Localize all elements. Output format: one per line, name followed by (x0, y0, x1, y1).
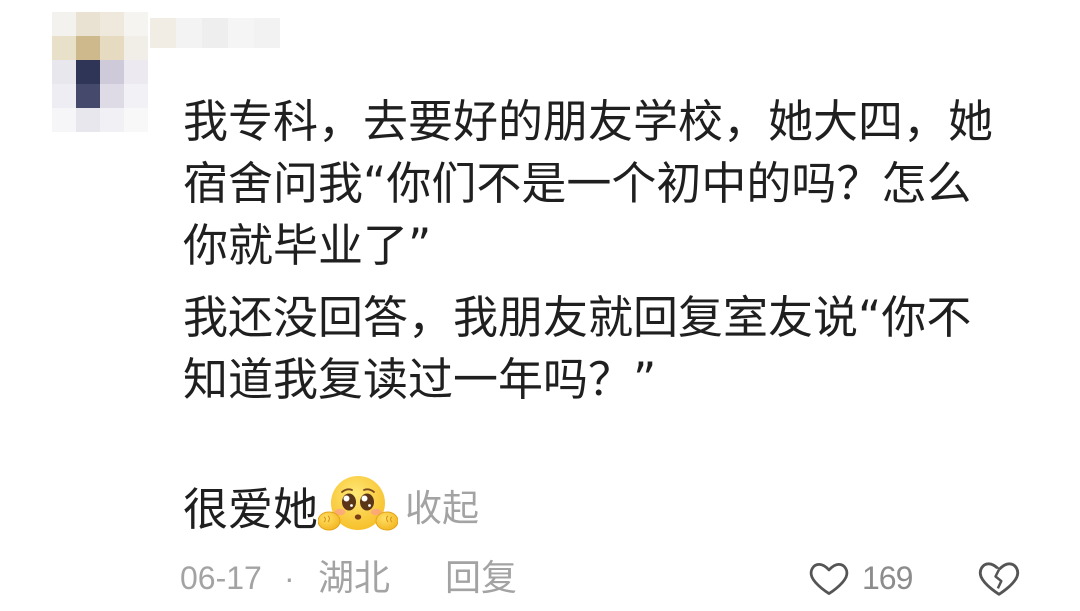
avatar-mosaic-cell (76, 12, 100, 36)
like-button[interactable]: 169 (806, 553, 913, 603)
username-blurred[interactable] (150, 18, 280, 48)
avatar-mosaic-cell (76, 36, 100, 60)
avatar-mosaic-cell (52, 84, 76, 108)
pleading-face-with-hands-emoji (318, 472, 399, 538)
username-mosaic-cell (228, 18, 254, 48)
avatar-mosaic-cell (52, 108, 76, 132)
reply-button[interactable]: 回复 (445, 553, 517, 603)
dislike-button[interactable] (975, 555, 1023, 601)
avatar-mosaic-cell (76, 108, 100, 132)
collapse-button[interactable]: 收起 (405, 478, 479, 532)
username-mosaic-cell (150, 18, 176, 48)
comment-line: 宿舍问我“你们不是一个初中的吗？怎么 (183, 157, 972, 210)
comment-paragraph: 我专科，去要好的朋友学校，她大四，她 宿舍问我“你们不是一个初中的吗？怎么 你就… (183, 91, 993, 277)
avatar-mosaic-cell (52, 60, 76, 84)
broken-heart-icon (975, 555, 1023, 601)
avatar-mosaic-cell (100, 60, 124, 84)
like-count: 169 (862, 560, 913, 596)
comment-text: 我专科，去要好的朋友学校，她大四，她 宿舍问我“你们不是一个初中的吗？怎么 你就… (183, 91, 993, 536)
avatar-mosaic-cell (124, 84, 148, 108)
username-mosaic-cell (202, 18, 228, 48)
avatar-mosaic-cell (124, 108, 148, 132)
comment-line: 你就毕业了” (183, 219, 432, 272)
avatar-mosaic-cell (124, 60, 148, 84)
avatar-mosaic-cell (52, 12, 76, 36)
avatar-mosaic-cell (124, 12, 148, 36)
comment-line: 知道我复读过一年吗？” (183, 353, 657, 406)
comment-date: 06-17 (180, 560, 262, 596)
avatar-mosaic-cell (100, 36, 124, 60)
comment-line: 我专科，去要好的朋友学校，她大四，她 (183, 95, 994, 148)
comment-closing-line: 很爱她 收起 (183, 474, 993, 536)
comment-line: 我还没回答，我朋友就回复室友说“你不 (183, 291, 972, 344)
closing-text: 很爱她 (183, 482, 319, 536)
comment-paragraph: 我还没回答，我朋友就回复室友说“你不 知道我复读过一年吗？” (183, 287, 993, 411)
avatar-mosaic-cell (100, 12, 124, 36)
username-mosaic-cell (176, 18, 202, 48)
avatar-mosaic-cell (100, 84, 124, 108)
heart-icon (806, 556, 852, 600)
meta-separator: · (284, 560, 295, 596)
avatar-mosaic-cell (76, 60, 100, 84)
username-mosaic-cell (254, 18, 280, 48)
avatar-mosaic-cell (100, 108, 124, 132)
avatar-mosaic-cell (52, 36, 76, 60)
avatar-mosaic-cell (76, 84, 100, 108)
avatar-mosaic-cell (124, 36, 148, 60)
comment-location: 湖北 (318, 557, 391, 598)
avatar[interactable] (52, 12, 148, 132)
